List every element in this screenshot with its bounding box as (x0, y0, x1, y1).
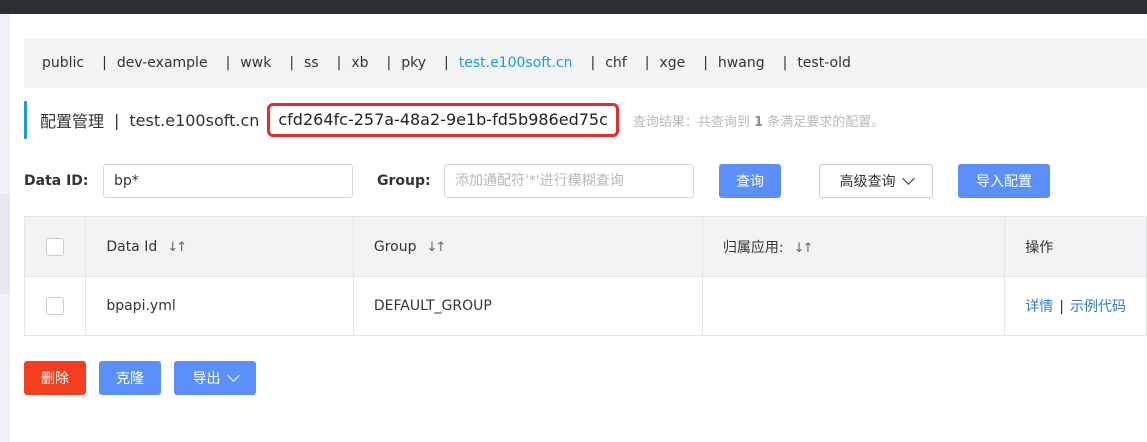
namespace-bar: public | dev-example | wwk | ss | xb | p… (24, 38, 1147, 88)
query-result-summary: 查询结果：共查询到 1 条满足要求的配置。 (633, 111, 884, 130)
page-title: 配置管理 (40, 112, 105, 131)
column-operations: 操作 (1004, 216, 1147, 277)
namespace-id: cfd264fc-257a-48a2-9e1b-fd5b986ed75c (267, 103, 619, 137)
left-sidebar-edge (0, 14, 10, 442)
namespace-xge[interactable]: xge (659, 55, 685, 71)
namespace-pky[interactable]: pky (401, 55, 426, 71)
namespace-test-old[interactable]: test-old (797, 55, 851, 71)
namespace-wwk[interactable]: wwk (240, 55, 271, 71)
group-label: Group: (377, 173, 431, 189)
namespace-separator: | (644, 55, 650, 71)
namespace-hwang[interactable]: hwang (718, 55, 765, 71)
namespace-separator: | (444, 55, 449, 71)
sort-icon[interactable]: ↓↑ (167, 240, 187, 255)
namespace-separator: | (225, 55, 231, 71)
namespace-separator: | (386, 55, 392, 71)
table-row: bpapi.yml DEFAULT_GROUP 详情 | 示例代码 (23, 276, 1147, 336)
namespace-test-e100soft[interactable]: test.e100soft.cn (459, 55, 573, 71)
result-prefix: 查询结果：共查询到 (632, 114, 750, 130)
config-table: Data Id ↓↑ Group ↓↑ 归属应用: ↓↑ 操作 bpapi.yml D… (23, 216, 1147, 336)
column-data-id[interactable]: Data Id ↓↑ (85, 216, 354, 277)
search-bar: Data ID: Group: 查询 高级查询 导入配置 (24, 164, 1147, 198)
export-button[interactable]: 导出 (174, 361, 256, 395)
sort-icon[interactable]: ↓↑ (794, 241, 814, 256)
title-separator: | (114, 110, 120, 130)
row-checkbox[interactable] (46, 297, 65, 315)
table-header-row: Data Id ↓↑ Group ↓↑ 归属应用: ↓↑ 操作 (23, 216, 1147, 277)
column-group[interactable]: Group ↓↑ (352, 216, 703, 277)
page-header: 配置管理 | test.e100soft.cn cfd264fc-257a-48… (24, 101, 884, 139)
data-id-input[interactable] (103, 164, 353, 198)
column-label: Data Id (106, 238, 158, 255)
namespace-public[interactable]: public (42, 55, 84, 71)
sample-code-link[interactable]: 示例代码 (1070, 299, 1126, 315)
delete-button[interactable]: 删除 (24, 361, 86, 395)
column-app[interactable]: 归属应用: ↓↑ (701, 216, 1006, 277)
namespace-xb[interactable]: xb (351, 55, 368, 71)
advanced-query-label: 高级查询 (839, 174, 896, 190)
namespace-separator: | (782, 55, 788, 71)
group-input[interactable] (444, 164, 694, 198)
import-config-button[interactable]: 导入配置 (958, 164, 1050, 198)
sort-icon[interactable]: ↓↑ (427, 240, 447, 255)
column-label: Group (373, 238, 417, 255)
namespace-separator: | (336, 55, 342, 71)
export-label: 导出 (192, 371, 221, 387)
sidebar-shade (0, 194, 10, 294)
namespace-separator: | (703, 55, 708, 71)
clone-button[interactable]: 克隆 (99, 361, 161, 395)
cell-app (701, 276, 1006, 336)
advanced-query-button[interactable]: 高级查询 (819, 164, 933, 198)
namespace-separator: | (590, 55, 596, 71)
result-count: 1 (754, 114, 764, 130)
select-all-cell (23, 216, 87, 277)
select-all-checkbox[interactable] (46, 237, 65, 256)
result-suffix: 条满足要求的配置。 (767, 114, 885, 130)
title-accent-bar (24, 101, 27, 139)
operation-separator: | (1059, 299, 1064, 315)
chevron-down-icon (226, 369, 240, 382)
namespace-separator: | (102, 55, 107, 71)
chevron-down-icon (901, 172, 915, 185)
cell-group: DEFAULT_GROUP (352, 276, 703, 336)
namespace-separator: | (289, 55, 295, 71)
cell-data-id: bpapi.yml (85, 276, 354, 336)
namespace-dev-example[interactable]: dev-example (117, 55, 208, 71)
row-select-cell (23, 276, 87, 336)
namespace-chf[interactable]: chf (605, 55, 627, 71)
namespace-ss[interactable]: ss (304, 55, 319, 71)
namespace-name: test.e100soft.cn (129, 110, 260, 130)
detail-link[interactable]: 详情 (1025, 299, 1053, 315)
top-app-bar (0, 0, 1147, 14)
query-button[interactable]: 查询 (719, 164, 781, 198)
data-id-label: Data ID: (24, 173, 89, 189)
cell-operations: 详情 | 示例代码 (1004, 276, 1147, 336)
column-label: 归属应用: (722, 239, 784, 256)
